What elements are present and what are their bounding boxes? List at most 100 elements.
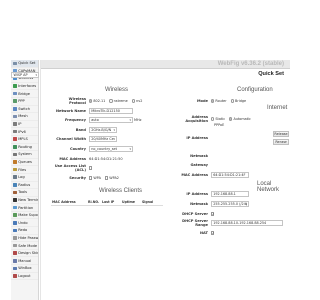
- sidebar-item-label: IPv6: [18, 129, 26, 134]
- mode-row: Mode Router Bridge: [173, 97, 250, 105]
- queues-icon: [13, 160, 17, 164]
- band-label: Band: [75, 128, 86, 132]
- sidebar-item-files[interactable]: Files: [11, 166, 38, 174]
- main-panel: WebFig v6.36.2 (stable) WISP AP Quick Se…: [11, 60, 290, 300]
- quickset-mode-select[interactable]: WISP AP: [11, 71, 39, 78]
- acl-label: Use Access List (ACL): [54, 164, 86, 172]
- nat-checkbox[interactable]: [211, 231, 215, 236]
- col-signal[interactable]: Signal: [141, 200, 161, 205]
- terminal-icon: [13, 198, 17, 202]
- logout-icon: [13, 274, 17, 278]
- sidebar-item-undo[interactable]: Undo: [11, 219, 38, 228]
- frequency-select[interactable]: auto: [89, 117, 133, 123]
- sidebar-item-interfaces[interactable]: Interfaces: [11, 83, 38, 91]
- channel-width-label: Channel Width: [56, 137, 86, 141]
- mode-bar: WISP AP Quick Set: [11, 70, 290, 80]
- routing-icon: [13, 145, 17, 149]
- sidebar-item-ip[interactable]: IP: [11, 121, 38, 129]
- nat-row: NAT: [173, 229, 215, 237]
- supout-icon: [13, 213, 17, 217]
- local-netmask-label: Netmask: [190, 202, 208, 206]
- acl-row: Use Access List (ACL): [51, 164, 93, 172]
- sidebar-item-label: Routing: [18, 144, 32, 149]
- local-netmask-select[interactable]: 255.255.255.0 (/24): [211, 201, 249, 207]
- sidebar-item-quick-set[interactable]: Quick Set: [11, 60, 38, 68]
- quick-set-icon: [13, 61, 17, 66]
- sidebar-item-queues[interactable]: Queues: [11, 159, 38, 167]
- dhcp-server-label: DHCP Server: [182, 212, 208, 216]
- dhcp-range-input[interactable]: 192.168.88.10-192.168.88.254: [211, 220, 283, 226]
- mesh-icon: [13, 114, 17, 119]
- sidebar-item-redo[interactable]: Redo: [11, 227, 38, 235]
- radius-icon: [13, 183, 17, 187]
- acq-automatic-radio[interactable]: Automatic: [229, 117, 251, 121]
- log-icon: [13, 175, 17, 179]
- sidebar-item-manual[interactable]: Manual: [11, 257, 38, 266]
- acq-static-radio[interactable]: Static: [211, 117, 225, 121]
- sidebar-item-mpls[interactable]: MPLS: [11, 136, 38, 144]
- sidebar-item-tools[interactable]: Tools: [11, 189, 38, 197]
- security-wpa-checkbox[interactable]: WPA: [89, 176, 101, 180]
- sidebar-item-make-supout-rif[interactable]: Make Supout.rif: [11, 212, 38, 220]
- frequency-label: Frequency: [64, 118, 86, 122]
- sidebar-item-winbox[interactable]: WinBox: [11, 265, 38, 273]
- sidebar-item-design-skin[interactable]: Design Skin: [11, 250, 38, 258]
- manual-icon: [13, 258, 17, 263]
- col-last-ip[interactable]: Last IP: [101, 200, 121, 205]
- channel-width-select[interactable]: 20/40MHz Ce: [89, 136, 117, 142]
- safe-mode-icon: [13, 243, 17, 248]
- sidebar-item-switch[interactable]: Switch: [11, 106, 38, 114]
- page-title: Quick Set: [258, 71, 284, 77]
- sidebar-item-label: Log: [18, 175, 25, 180]
- sidebar-item-safe-mode[interactable]: Safe Mode: [11, 242, 38, 250]
- sidebar-item-routing[interactable]: Routing: [11, 144, 38, 152]
- local-ip-input[interactable]: 192.168.88.1: [211, 191, 249, 197]
- tools-icon: [13, 190, 17, 195]
- protocol-80211-radio[interactable]: 802.11: [89, 99, 105, 103]
- acl-checkbox[interactable]: [89, 166, 93, 170]
- sidebar-item-radius[interactable]: Radius: [11, 182, 38, 190]
- sidebar-item-partition[interactable]: Partition: [11, 204, 38, 212]
- country-row: Country no_country_set: [51, 145, 133, 153]
- col-ri-no[interactable]: Ri.NO.: [87, 200, 101, 205]
- dhcp-server-checkbox[interactable]: [211, 212, 215, 217]
- sidebar-item-ppp[interactable]: PPP: [11, 98, 38, 106]
- sidebar-item-new-terminal[interactable]: New Terminal: [11, 197, 38, 205]
- security-row: Security WPA WPA2: [51, 174, 123, 182]
- country-select[interactable]: no_country_set: [89, 146, 133, 152]
- renew-button[interactable]: Renew: [273, 139, 289, 145]
- sidebar-item-hide-passwords[interactable]: Hide Passwords: [11, 235, 38, 243]
- protocol-nstreme-radio[interactable]: nstreme: [109, 99, 128, 103]
- security-wpa2-checkbox[interactable]: WPA2: [104, 176, 119, 180]
- sidebar-item-bridge[interactable]: Bridge: [11, 90, 38, 98]
- local-network-section-title: Local Network: [257, 181, 280, 193]
- sidebar-item-system[interactable]: System: [11, 151, 38, 159]
- sidebar-item-log[interactable]: Log: [11, 174, 38, 182]
- frequency-row: Frequency auto MHz: [51, 116, 142, 124]
- protocol-nv2-radio[interactable]: nv2: [131, 99, 142, 103]
- internet-mac-input[interactable]: 64:D1:54:D1:21:4F: [211, 172, 249, 178]
- redo-icon: [13, 228, 17, 233]
- mode-bridge-radio[interactable]: Bridge: [230, 99, 246, 103]
- sidebar-item-label: Quick Set: [18, 61, 36, 66]
- band-row: Band 2GHz-B/G/N: [51, 126, 117, 134]
- sidebar-item-label: Hide Passwords: [18, 235, 38, 240]
- col-mac-address[interactable]: MAC Address: [51, 200, 87, 205]
- mode-router-radio[interactable]: Router: [211, 99, 227, 103]
- release-button[interactable]: Release: [273, 131, 289, 137]
- winbox-icon: [13, 266, 17, 271]
- sidebar-item-logout[interactable]: Logout: [11, 273, 38, 281]
- col-uptime[interactable]: Uptime: [121, 200, 141, 205]
- address-acquisition-label: Address Acquisition: [185, 115, 208, 123]
- clients-table-header: MAC Address Ri.NO. Last IP Uptime Signal: [51, 200, 163, 206]
- channel-width-row: Channel Width 20/40MHz Ce: [51, 135, 117, 143]
- band-select[interactable]: 2GHz-B/G/N: [89, 127, 117, 133]
- gateway-label: Gateway: [190, 163, 208, 167]
- sidebar-item-label: Undo: [18, 220, 28, 225]
- undo-icon: [13, 220, 17, 225]
- network-name-input[interactable]: MikroTik-D12150: [89, 108, 133, 114]
- sidebar-item-mesh[interactable]: Mesh: [11, 113, 38, 121]
- acq-pppoe-radio[interactable]: PPPoE: [214, 123, 224, 127]
- sidebar-item-ipv6[interactable]: IPv6: [11, 128, 38, 136]
- local-ip-label: IP Address: [186, 192, 208, 196]
